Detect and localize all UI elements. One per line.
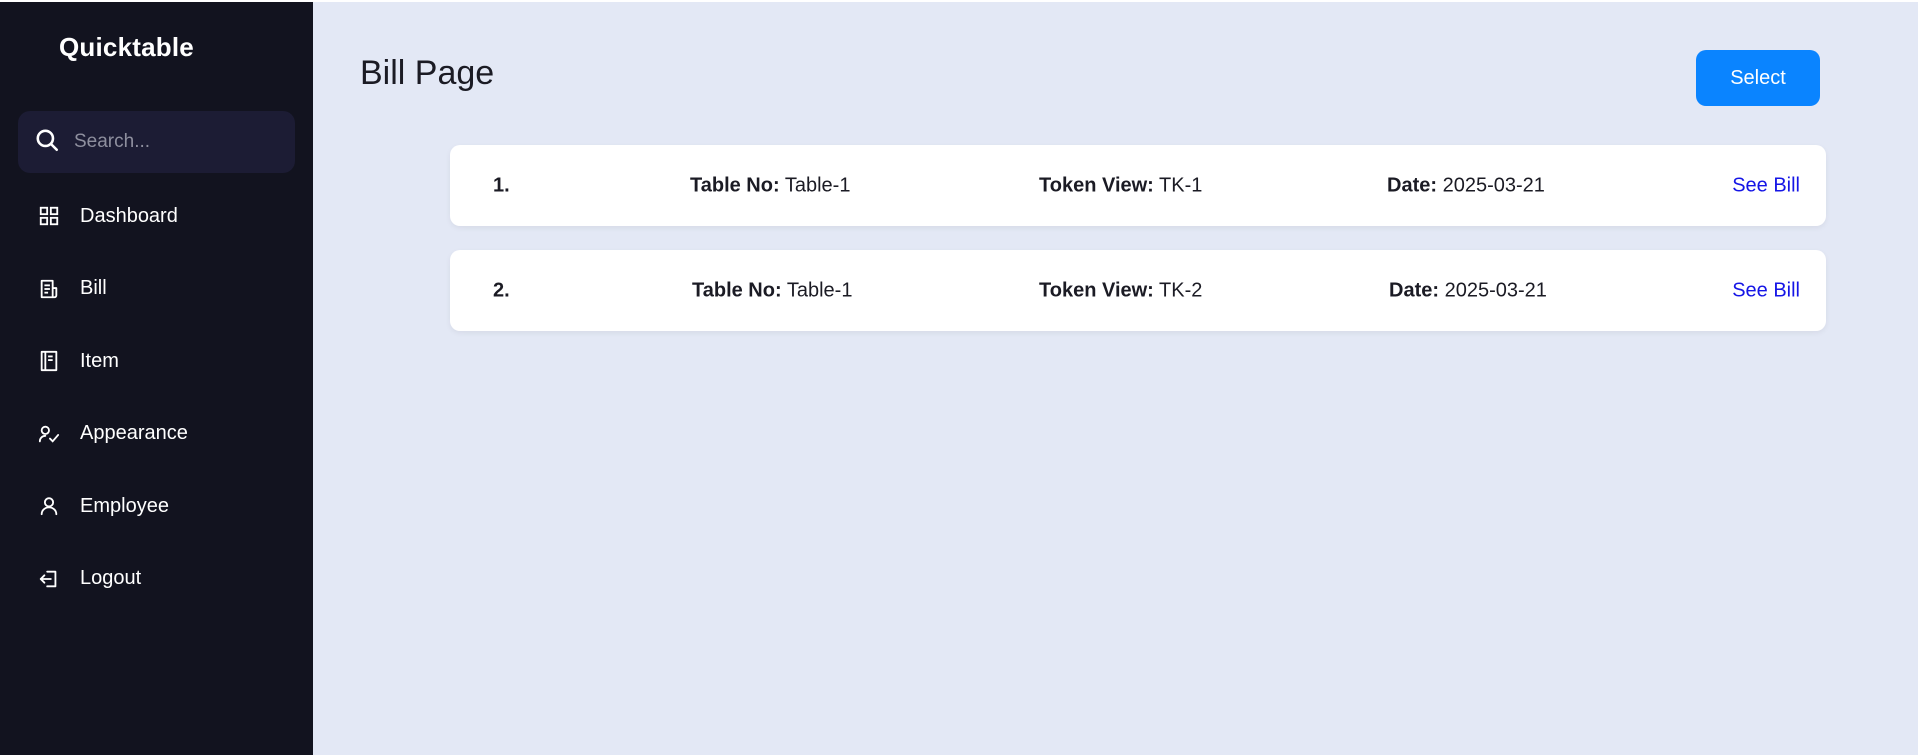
date-label: Date: [1389,279,1440,301]
user-check-icon [38,423,60,445]
sidebar-item-label: Appearance [80,422,188,445]
receipt-icon [38,278,60,300]
page-title: Bill Page [360,54,495,92]
bill-date: Date: 2025-03-21 [1389,279,1547,302]
sidebar-item-label: Employee [80,494,169,517]
sidebar-item-label: Dashboard [80,204,178,227]
bill-token: Token View: TK-2 [1039,279,1202,302]
table-label: Table No: [692,279,782,301]
sidebar-item-dashboard[interactable]: Dashboard [0,180,313,253]
table-label: Table No: [690,174,780,196]
bill-table: Table No: Table-1 [690,174,850,197]
select-button[interactable]: Select [1696,50,1820,106]
see-bill-link[interactable]: See Bill [1732,279,1800,302]
search-box[interactable] [18,111,295,173]
bill-index: 2. [493,279,510,301]
token-label: Token View: [1039,174,1154,196]
search-icon [34,127,60,158]
sidebar-item-bill[interactable]: Bill [0,253,313,326]
user-icon [38,495,60,517]
date-label: Date: [1387,174,1438,196]
bill-card: 2. Table No: Table-1 Token View: TK-2 Da… [450,250,1826,331]
bill-list: 1. Table No: Table-1 Token View: TK-1 Da… [450,145,1826,355]
token-label: Token View: [1039,279,1154,301]
brand-logo: Quicktable [59,32,194,62]
sidebar-item-item[interactable]: Item [0,325,313,398]
sidebar-item-logout[interactable]: Logout [0,543,313,616]
search-input[interactable] [74,131,274,153]
main-content: Bill Page Select 1. Table No: Table-1 To… [313,2,1918,755]
app: Quicktable Dashboard Bill [0,2,1918,755]
sidebar-nav: Dashboard Bill Item Appearance Employee … [0,180,313,615]
table-value: Table-1 [786,279,853,301]
bill-token: Token View: TK-1 [1039,174,1202,197]
date-value: 2025-03-21 [1444,279,1547,301]
token-value: TK-2 [1159,279,1203,301]
sidebar-item-employee[interactable]: Employee [0,470,313,543]
see-bill-link[interactable]: See Bill [1732,174,1800,197]
dashboard-grid-icon [38,205,60,227]
table-value: Table-1 [784,174,851,196]
bill-card: 1. Table No: Table-1 Token View: TK-1 Da… [450,145,1826,226]
sidebar-item-label: Bill [80,277,107,300]
sidebar: Quicktable Dashboard Bill [0,2,313,755]
sidebar-item-label: Logout [80,567,142,590]
bill-date: Date: 2025-03-21 [1387,174,1545,197]
notebook-icon [38,350,60,372]
logout-icon [38,568,60,590]
token-value: TK-1 [1159,174,1203,196]
bill-index: 1. [493,174,510,196]
sidebar-item-appearance[interactable]: Appearance [0,398,313,471]
sidebar-item-label: Item [80,349,119,372]
date-value: 2025-03-21 [1442,174,1545,196]
bill-table: Table No: Table-1 [692,279,852,302]
